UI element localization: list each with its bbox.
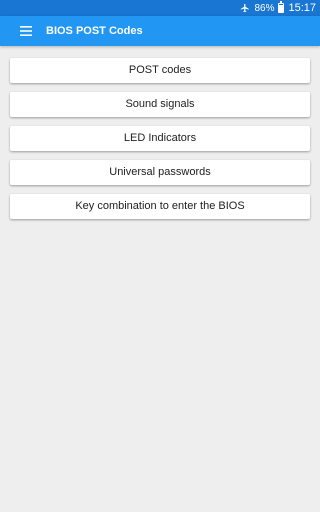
battery-icon [278,1,285,13]
post-codes-button[interactable]: POST codes [10,58,310,83]
battery-percentage: 86% [254,2,275,14]
menu-icon[interactable] [18,23,34,39]
sound-signals-button[interactable]: Sound signals [10,92,310,117]
clock: 15:17 [288,2,316,14]
battery-level-fill [279,5,284,12]
app-toolbar: BIOS POST Codes [0,16,320,46]
status-bar: 86% 15:17 [0,0,320,16]
bios-key-combination-button[interactable]: Key combination to enter the BIOS [10,194,310,219]
airplane-icon [240,3,250,13]
menu-list: POST codes Sound signals LED Indicators … [0,46,320,219]
universal-passwords-button[interactable]: Universal passwords [10,160,310,185]
page-title: BIOS POST Codes [46,25,143,37]
led-indicators-button[interactable]: LED Indicators [10,126,310,151]
